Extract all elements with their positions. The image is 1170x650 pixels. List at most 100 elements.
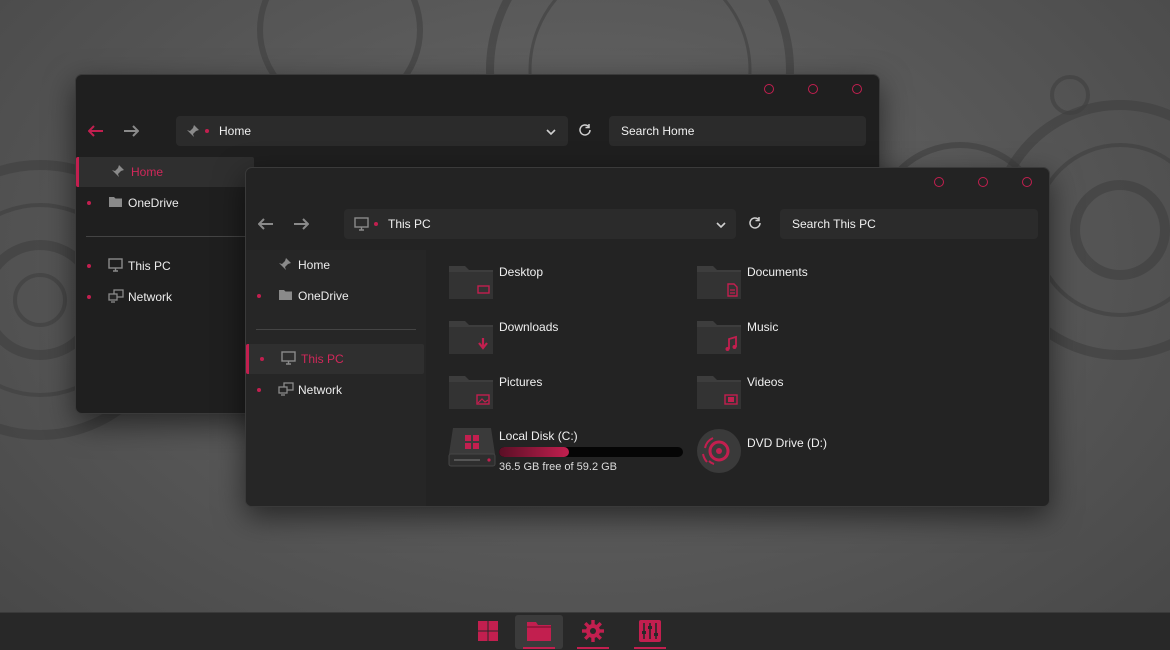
separator-dot xyxy=(205,129,209,133)
file-view: Desktop Documents Downloads Music Pictur… xyxy=(428,250,1049,506)
expand-dot-icon[interactable] xyxy=(257,388,261,392)
refresh-icon[interactable] xyxy=(578,123,592,140)
sidebar-item-network[interactable]: Network xyxy=(76,282,254,312)
chevron-down-icon[interactable] xyxy=(716,218,726,232)
folder-icon xyxy=(108,195,123,211)
hard-drive-icon xyxy=(448,426,496,471)
sidebar-item-label: Network xyxy=(128,290,173,304)
sidebar-item-label: This PC xyxy=(301,352,344,366)
network-icon xyxy=(108,289,124,306)
separator-dot xyxy=(374,222,378,226)
toolbar: This PC Search This PC xyxy=(246,208,1049,240)
pin-icon xyxy=(278,257,292,274)
close-button[interactable] xyxy=(1022,177,1032,187)
minimize-button[interactable] xyxy=(934,177,944,187)
forward-arrow-icon[interactable] xyxy=(291,214,311,234)
disk-usage-bar xyxy=(499,447,683,457)
music-folder-icon xyxy=(696,317,742,358)
address-bar[interactable]: This PC xyxy=(344,209,736,239)
sidebar-item-label: This PC xyxy=(128,259,171,273)
folder-desktop[interactable]: Desktop xyxy=(428,262,668,308)
search-placeholder: Search This PC xyxy=(792,217,876,231)
expand-dot-icon[interactable] xyxy=(260,357,264,361)
taskbar-control-panel[interactable] xyxy=(628,615,672,649)
sidebar-item-home[interactable]: Home xyxy=(246,250,424,280)
sidebar-item-label: Home xyxy=(298,258,331,272)
sidebar-divider xyxy=(256,329,416,330)
folder-downloads[interactable]: Downloads xyxy=(428,317,668,363)
disk-free-space: 36.5 GB free of 59.2 GB xyxy=(499,461,618,473)
forward-arrow-icon[interactable] xyxy=(121,121,141,141)
address-location[interactable]: This PC xyxy=(388,217,431,231)
folder-label: Desktop xyxy=(499,265,544,279)
folder-label: Downloads xyxy=(499,320,559,334)
expand-dot-icon[interactable] xyxy=(257,294,261,298)
close-button[interactable] xyxy=(852,84,862,94)
chevron-down-icon[interactable] xyxy=(546,125,556,139)
sidebar-item-this-pc[interactable]: This PC xyxy=(246,344,424,374)
pin-icon xyxy=(186,124,200,141)
folder-label: Documents xyxy=(747,265,808,279)
pin-icon xyxy=(111,164,125,181)
dvd-drive-icon xyxy=(696,428,742,477)
explorer-window-this-pc[interactable]: This PC Search This PC Home OneDrive Thi… xyxy=(245,167,1050,507)
sidebar-item-network[interactable]: Network xyxy=(246,375,424,405)
maximize-button[interactable] xyxy=(978,177,988,187)
taskbar-settings[interactable] xyxy=(571,615,615,649)
folder-videos[interactable]: Videos xyxy=(676,372,916,418)
file-explorer-icon xyxy=(526,620,552,645)
sidebar-divider xyxy=(86,236,246,237)
taskbar xyxy=(0,612,1170,650)
active-indicator xyxy=(523,647,555,649)
folder-label: Music xyxy=(747,320,779,334)
sidebar-item-label: Home xyxy=(131,165,164,179)
settings-gear-icon xyxy=(581,619,605,646)
folder-music[interactable]: Music xyxy=(676,317,916,363)
disk-usage-fill xyxy=(499,447,569,457)
folder-label: Videos xyxy=(747,375,784,389)
expand-dot-icon[interactable] xyxy=(87,295,91,299)
drive-dvd-d[interactable]: DVD Drive (D:) xyxy=(676,426,876,476)
sidebar-item-label: Network xyxy=(298,383,343,397)
drive-label: Local Disk (C:) xyxy=(499,429,578,443)
refresh-icon[interactable] xyxy=(748,216,762,233)
sidebar-item-home[interactable]: Home xyxy=(76,157,254,187)
folder-label: Pictures xyxy=(499,375,543,389)
running-indicator xyxy=(577,647,609,649)
downloads-folder-icon xyxy=(448,317,494,358)
navigation-pane: Home OneDrive This PC Network xyxy=(76,157,256,413)
search-placeholder: Search Home xyxy=(621,124,695,138)
drive-label: DVD Drive (D:) xyxy=(747,436,827,450)
address-location[interactable]: Home xyxy=(219,124,251,138)
expand-dot-icon[interactable] xyxy=(87,201,91,205)
network-icon xyxy=(278,382,294,399)
start-button[interactable] xyxy=(466,615,510,649)
search-input[interactable]: Search This PC xyxy=(780,209,1038,239)
running-indicator xyxy=(634,647,666,649)
folder-icon xyxy=(278,288,293,304)
start-icon xyxy=(477,620,499,645)
drive-local-disk-c[interactable]: Local Disk (C:) 36.5 GB free of 59.2 GB xyxy=(428,426,698,476)
videos-folder-icon xyxy=(696,372,742,413)
back-arrow-icon[interactable] xyxy=(256,214,276,234)
address-bar[interactable]: Home xyxy=(176,116,568,146)
monitor-icon xyxy=(281,351,296,368)
toolbar: Home Search Home xyxy=(76,115,879,147)
minimize-button[interactable] xyxy=(764,84,774,94)
sidebar-item-this-pc[interactable]: This PC xyxy=(76,251,254,281)
taskbar-file-explorer[interactable] xyxy=(515,615,563,649)
control-panel-icon xyxy=(638,619,662,646)
sidebar-item-label: OneDrive xyxy=(128,196,179,210)
expand-dot-icon[interactable] xyxy=(87,264,91,268)
sidebar-item-onedrive[interactable]: OneDrive xyxy=(76,188,254,218)
monitor-icon xyxy=(108,258,123,275)
back-arrow-icon[interactable] xyxy=(86,121,106,141)
search-input[interactable]: Search Home xyxy=(609,116,866,146)
monitor-icon xyxy=(354,217,369,234)
folder-documents[interactable]: Documents xyxy=(676,262,916,308)
sidebar-item-onedrive[interactable]: OneDrive xyxy=(246,281,424,311)
documents-folder-icon xyxy=(696,262,742,303)
folder-pictures[interactable]: Pictures xyxy=(428,372,668,418)
maximize-button[interactable] xyxy=(808,84,818,94)
navigation-pane: Home OneDrive This PC Network xyxy=(246,250,426,506)
